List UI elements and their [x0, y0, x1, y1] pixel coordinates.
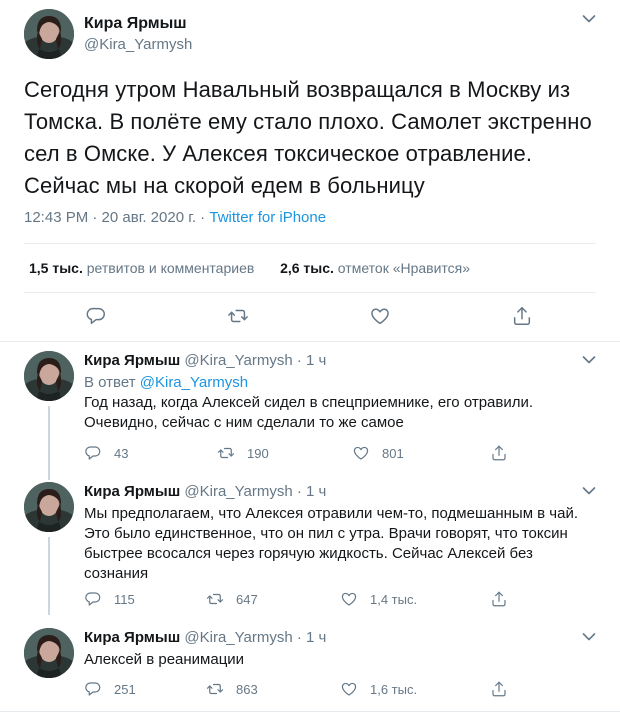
tweet-stats: 1,5 тыс. ретвитов и комментариев 2,6 тыс…: [29, 258, 470, 278]
tweet-meta: 12:43 PM · 20 авг. 2020 г. · Twitter for…: [24, 208, 326, 228]
retweet-icon: [206, 590, 224, 608]
divider: [24, 243, 596, 244]
heart-icon: [340, 590, 358, 608]
reply-header: Кира Ярмыш @Kira_Yarmysh · 1 ч: [84, 482, 326, 502]
separator-dot: ·: [296, 629, 302, 646]
tweet-actions: 115 647 1,4 тыс.: [84, 589, 564, 609]
separator-dot: ·: [296, 483, 302, 500]
retweet-icon: [217, 444, 235, 462]
avatar[interactable]: [24, 351, 74, 401]
retweets-count: 863: [236, 681, 258, 697]
author-handle[interactable]: @Kira_Yarmysh: [184, 483, 292, 500]
reply-body: В ответ @Kira_Yarmysh Год назад, когда А…: [84, 373, 584, 433]
reply-icon: [84, 444, 102, 462]
reply-button[interactable]: 251: [84, 679, 136, 699]
retweet-button[interactable]: 190: [217, 443, 269, 463]
divider: [24, 292, 596, 293]
share-icon[interactable]: [511, 305, 533, 327]
retweets-count: 647: [236, 591, 258, 607]
reply-button[interactable]: 115: [84, 589, 135, 609]
likes-count: 2,6 тыс.: [280, 260, 334, 276]
chevron-down-icon[interactable]: [582, 632, 596, 642]
author-handle[interactable]: @Kira_Yarmysh: [184, 352, 292, 369]
author-name[interactable]: Кира Ярмыш: [84, 483, 180, 500]
retweet-icon[interactable]: [227, 305, 249, 327]
heart-icon[interactable]: [369, 305, 391, 327]
author-name[interactable]: Кира Ярмыш: [84, 14, 187, 34]
replies-count: 43: [114, 445, 129, 461]
replies-count: 115: [114, 591, 135, 607]
reply-body: Мы предполагаем, что Алексея отравили че…: [84, 504, 584, 584]
reply-to: В ответ @Kira_Yarmysh: [84, 373, 584, 393]
author-handle[interactable]: @Kira_Yarmysh: [84, 35, 192, 55]
tweet-timestamp[interactable]: 12:43 PM · 20 авг. 2020 г. ·: [24, 209, 209, 226]
retweet-button[interactable]: 647: [206, 589, 258, 609]
replies-count: 251: [114, 681, 136, 697]
reply-to-label: В ответ: [84, 374, 140, 391]
chevron-down-icon[interactable]: [582, 486, 596, 496]
like-button[interactable]: 1,4 тыс.: [340, 589, 417, 609]
separator-dot: ·: [296, 352, 302, 369]
retweet-icon: [206, 680, 224, 698]
share-button[interactable]: [490, 443, 520, 463]
share-icon: [490, 590, 508, 608]
tweet-timestamp[interactable]: 1 ч: [306, 352, 326, 369]
tweet-text: Мы предполагаем, что Алексея отравили че…: [84, 505, 579, 582]
tweet-source-link[interactable]: Twitter for iPhone: [209, 209, 326, 226]
reply-button[interactable]: 43: [84, 443, 128, 463]
reply-header: Кира Ярмыш @Kira_Yarmysh · 1 ч: [84, 628, 326, 648]
tweet-text: Алексей в реанимации: [84, 651, 245, 668]
retweet-button[interactable]: 863: [206, 679, 258, 699]
author-name[interactable]: Кира Ярмыш: [84, 629, 180, 646]
avatar[interactable]: [24, 482, 74, 532]
share-button[interactable]: [490, 679, 520, 699]
thread-line: [48, 537, 50, 615]
thread-line: [48, 406, 50, 480]
like-button[interactable]: 1,6 тыс.: [340, 679, 417, 699]
retweets-label: ретвитов и комментариев: [82, 260, 255, 276]
reply-icon: [84, 590, 102, 608]
reply-body: Алексей в реанимации: [84, 650, 584, 670]
likes-count: 801: [382, 445, 404, 461]
heart-icon: [340, 680, 358, 698]
retweets-count: 1,5 тыс.: [29, 260, 83, 276]
avatar[interactable]: [24, 9, 74, 59]
likes-label: отметок «Нравится»: [333, 260, 471, 276]
reply-to-mention[interactable]: @Kira_Yarmysh: [140, 374, 248, 391]
tweet-text: Год назад, когда Алексей сидел в спецпри…: [84, 394, 534, 431]
heart-icon: [352, 444, 370, 462]
share-button[interactable]: [490, 589, 520, 609]
like-button[interactable]: 801: [352, 443, 404, 463]
reply-icon: [84, 680, 102, 698]
likes-count: 1,4 тыс.: [370, 591, 418, 607]
author-handle[interactable]: @Kira_Yarmysh: [184, 629, 292, 646]
avatar[interactable]: [24, 628, 74, 678]
likes-count: 1,6 тыс.: [370, 681, 418, 697]
share-icon: [490, 680, 508, 698]
likes-stat[interactable]: 2,6 тыс. отметок «Нравится»: [280, 260, 470, 276]
author-name[interactable]: Кира Ярмыш: [84, 352, 180, 369]
tweet-actions: 43 190 801: [84, 443, 564, 463]
chevron-down-icon[interactable]: [582, 14, 596, 24]
tweet-text: Сегодня утром Навальный возвращался в Мо…: [24, 77, 592, 198]
retweets-stat[interactable]: 1,5 тыс. ретвитов и комментариев: [29, 260, 254, 276]
main-tweet: Кира Ярмыш @Kira_Yarmysh Сегодня утром Н…: [0, 0, 620, 342]
reply-header: Кира Ярмыш @Kira_Yarmysh · 1 ч: [84, 351, 326, 371]
tweet-timestamp[interactable]: 1 ч: [306, 629, 326, 646]
share-icon: [490, 444, 508, 462]
reply-icon[interactable]: [85, 305, 107, 327]
tweet-actions: 251 863 1,6 тыс.: [84, 679, 564, 699]
chevron-down-icon[interactable]: [582, 355, 596, 365]
tweet-timestamp[interactable]: 1 ч: [306, 483, 326, 500]
retweets-count: 190: [247, 445, 269, 461]
